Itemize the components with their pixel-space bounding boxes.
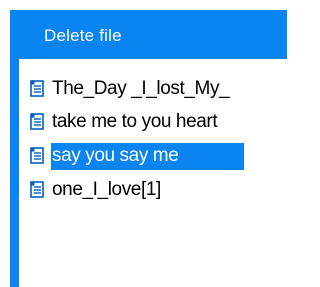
document-icon: [30, 147, 45, 164]
file-item-3[interactable]: one_I_love[1]: [19, 177, 287, 204]
dialog-title: Delete file: [44, 26, 122, 45]
document-icon: [30, 181, 45, 198]
file-name: take me to you heart: [52, 111, 218, 132]
file-item-2[interactable]: say you say me: [19, 143, 287, 170]
file-item-1[interactable]: take me to you heart: [19, 109, 287, 136]
document-icon: [30, 113, 45, 130]
delete-file-dialog: Delete file The_Day _I_lost_My_ take me …: [10, 10, 287, 287]
file-item-0[interactable]: The_Day _I_lost_My_: [19, 76, 287, 103]
file-name: one_I_love[1]: [52, 179, 161, 200]
document-icon: [30, 80, 45, 97]
file-name: say you say me: [52, 145, 179, 166]
file-name: The_Day _I_lost_My_: [52, 78, 230, 99]
title-bar: Delete file: [10, 10, 287, 59]
